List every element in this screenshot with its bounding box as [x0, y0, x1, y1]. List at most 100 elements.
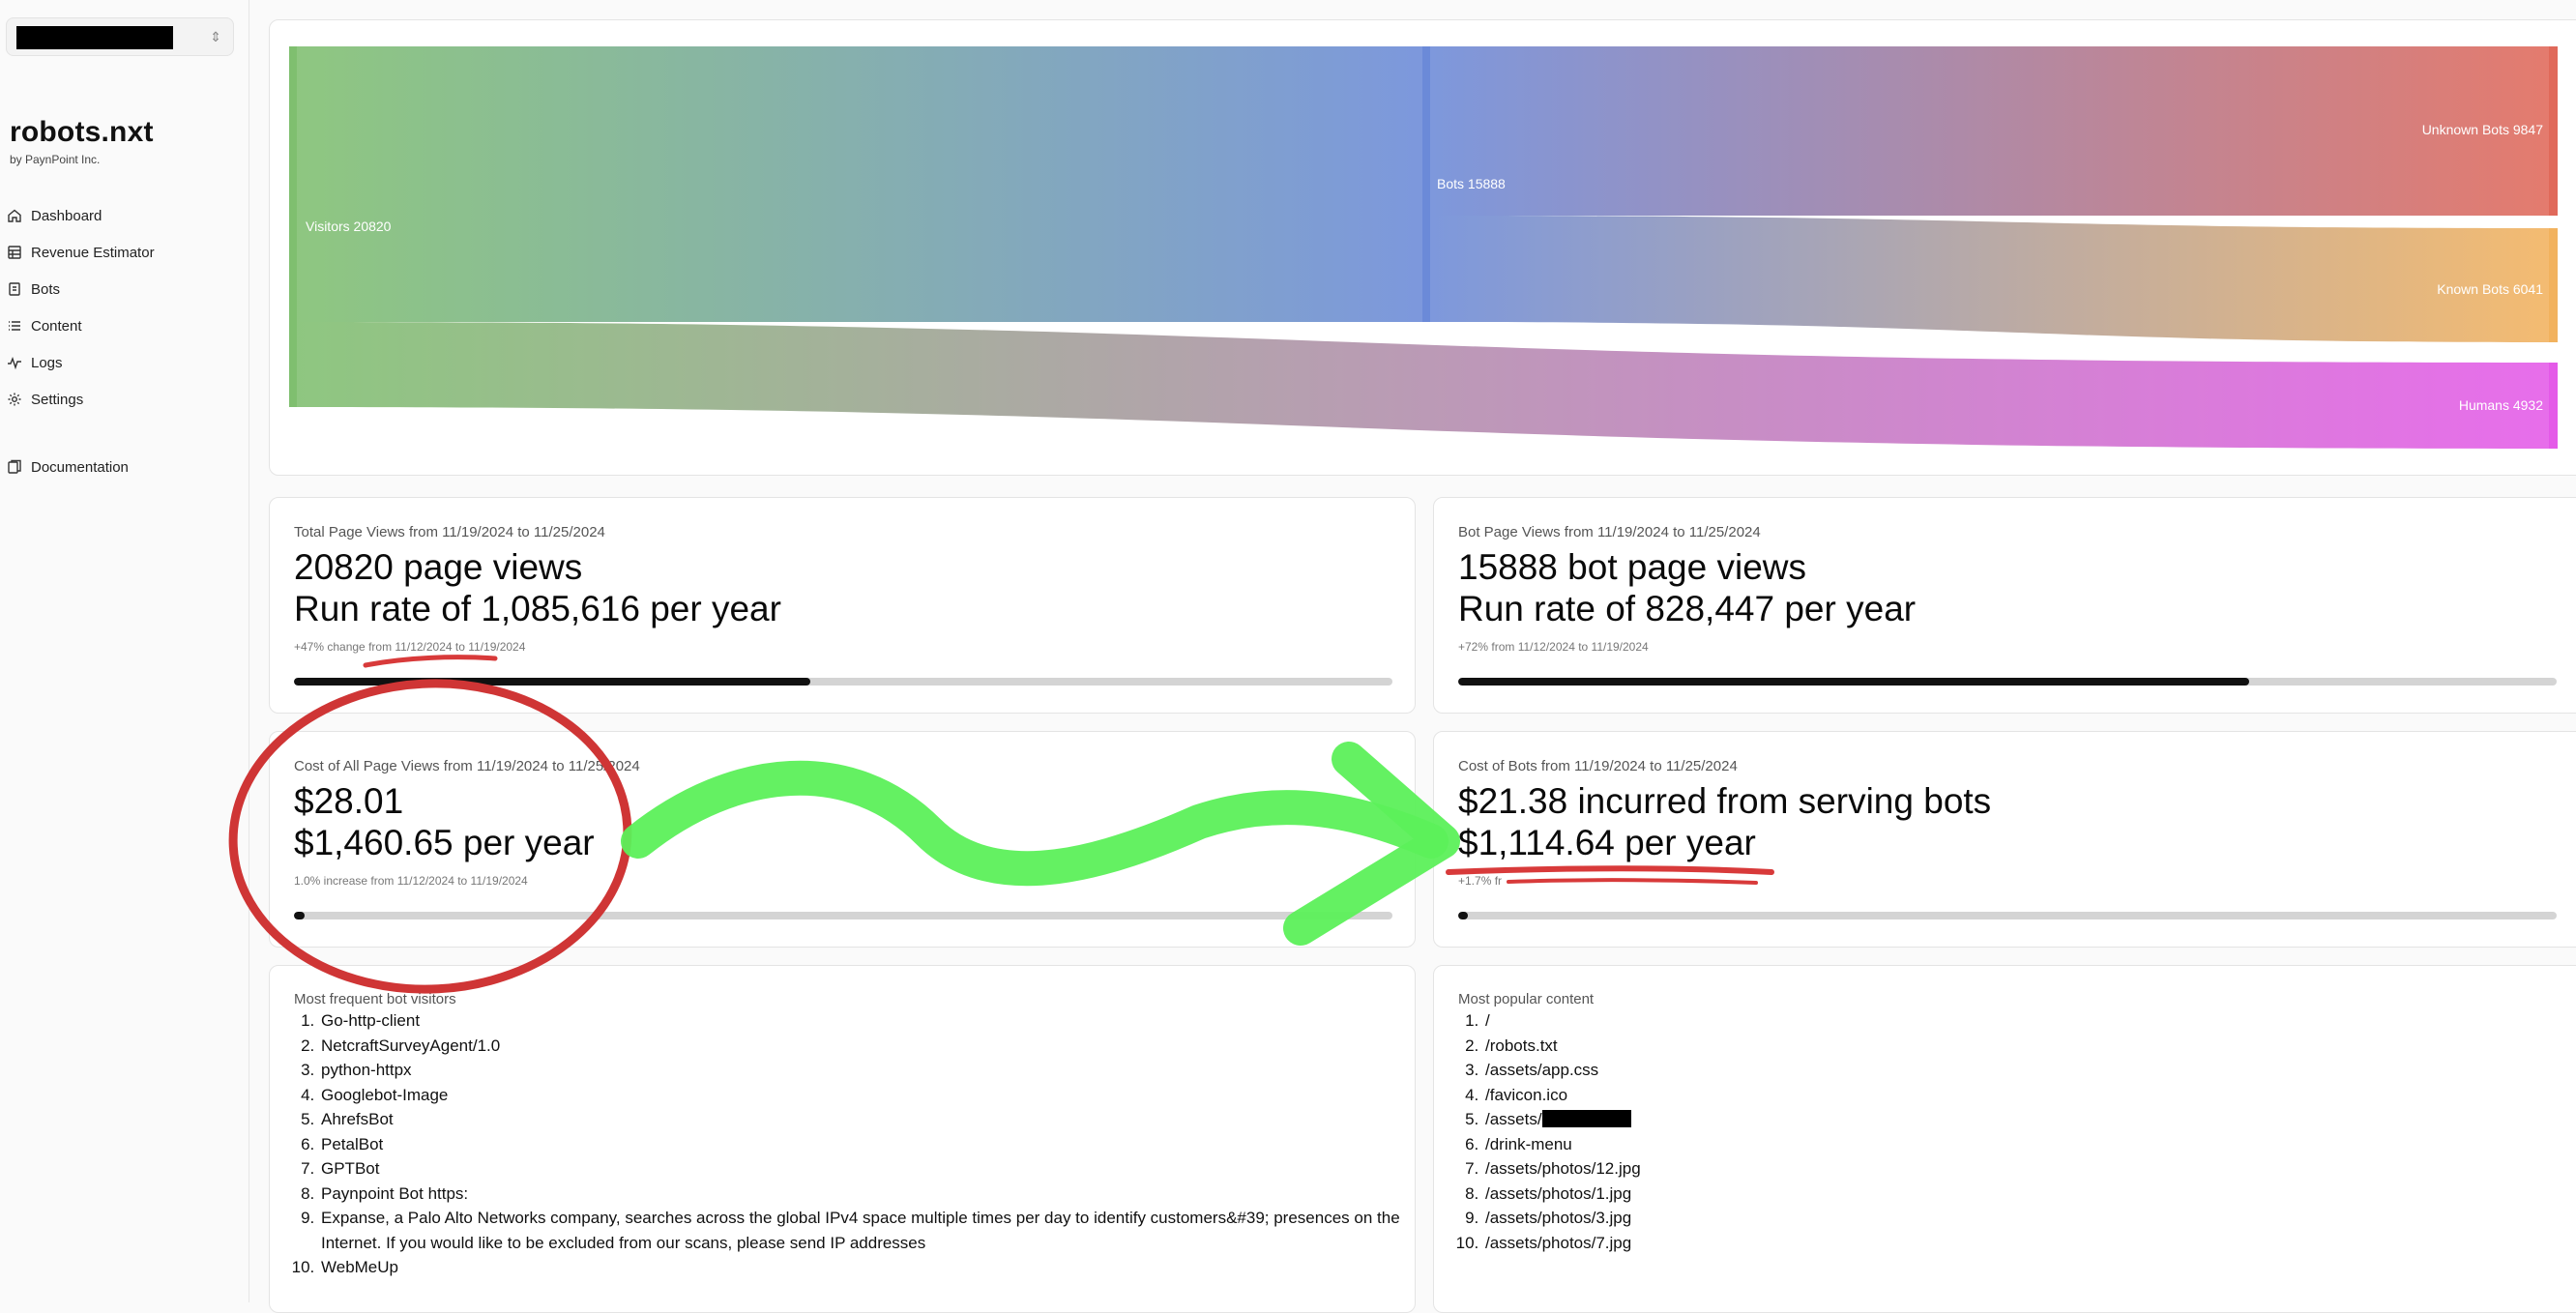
list-item: /assets/photos/12.jpg	[1483, 1156, 2576, 1182]
list-item: /assets/photos/7.jpg	[1483, 1231, 2576, 1256]
sidebar-item-dashboard[interactable]: Dashboard	[0, 197, 249, 234]
card-caption: Most popular content	[1458, 991, 1595, 1007]
list-item: Go-http-client	[319, 1008, 1421, 1034]
sidebar-item-content[interactable]: Content	[0, 307, 249, 344]
link-visitors-humans	[296, 322, 2549, 449]
sidebar-item-bots[interactable]: Bots	[0, 271, 249, 307]
brand-subtitle: by PaynPoint Inc.	[10, 153, 101, 166]
cost-all-change-note: 1.0% increase from 11/12/2024 to 11/19/2…	[294, 874, 528, 888]
list-item: /drink-menu	[1483, 1132, 2576, 1157]
bot-page-views-value: 15888 bot page views	[1458, 547, 1806, 587]
node-visitors	[289, 46, 297, 407]
cost-all-progress-bar	[294, 912, 1392, 919]
list-item: /assets/photos/1.jpg	[1483, 1182, 2576, 1207]
home-icon	[6, 207, 23, 224]
card-caption: Bot Page Views from 11/19/2024 to 11/25/…	[1458, 524, 1761, 540]
list-item: NetcraftSurveyAgent/1.0	[319, 1034, 1421, 1059]
sidebar-item-logs[interactable]: Logs	[0, 344, 249, 381]
list-item: /assets/photos/3.jpg	[1483, 1206, 2576, 1231]
bot-page-views-card: Bot Page Views from 11/19/2024 to 11/25/…	[1433, 497, 2576, 714]
sidebar-item-label: Dashboard	[31, 207, 102, 224]
sidebar-doc-section: Documentation	[0, 449, 249, 485]
sidebar-item-settings[interactable]: Settings	[0, 381, 249, 418]
list-item: AhrefsBot	[319, 1107, 1421, 1132]
redacted-team-name	[16, 26, 173, 49]
popular-content-list: / /robots.txt /assets/app.css /favicon.i…	[1458, 1008, 2576, 1255]
sidebar-item-label: Bots	[31, 280, 61, 298]
sidebar-item-revenue-estimator[interactable]: Revenue Estimator	[0, 234, 249, 271]
progress-fill	[1458, 678, 2249, 686]
list-icon	[6, 317, 23, 335]
sidebar-item-label: Logs	[31, 354, 63, 371]
list-item: WebMeUp	[319, 1255, 1421, 1280]
label-unknown-bots: Unknown Bots 9847	[2422, 122, 2544, 137]
card-caption: Cost of Bots from 11/19/2024 to 11/25/20…	[1458, 758, 1738, 774]
cost-all-page-views-card: Cost of All Page Views from 11/19/2024 t…	[269, 731, 1416, 948]
cost-bots-yearly-value: $1,114.64 per year	[1458, 823, 1756, 862]
file-icon	[6, 280, 23, 298]
total-page-views-value: 20820 page views	[294, 547, 583, 587]
link-bots-unknown	[1422, 46, 2549, 216]
documents-icon	[6, 458, 23, 476]
sidebar-item-label: Content	[31, 317, 82, 335]
sidebar-item-label: Documentation	[31, 458, 129, 476]
activity-icon	[6, 354, 23, 371]
node-bots	[1422, 46, 1430, 322]
list-item: PetalBot	[319, 1132, 1421, 1157]
list-item: /favicon.ico	[1483, 1083, 2576, 1108]
node-unknown-bots	[2549, 46, 2558, 216]
chevron-up-down-icon: ⇕	[210, 29, 221, 44]
link-bots-known	[1422, 216, 2549, 342]
team-switcher[interactable]: ⇕	[6, 17, 234, 56]
node-known-bots	[2549, 228, 2558, 342]
bot-change-note: +72% from 11/12/2024 to 11/19/2024	[1458, 640, 1649, 654]
cost-bots-change-note: +1.7% fr	[1458, 874, 1503, 888]
list-item: Googlebot-Image	[319, 1083, 1421, 1108]
bot-visitors-list: Go-http-client NetcraftSurveyAgent/1.0 p…	[294, 1008, 1421, 1280]
label-bots: Bots 15888	[1437, 176, 1506, 191]
sidebar: ⇕ robots.nxt by PaynPoint Inc. Dashboard…	[0, 0, 249, 1302]
progress-fill	[1458, 912, 1469, 919]
table-icon	[6, 244, 23, 261]
sidebar-nav: Dashboard Revenue Estimator Bots Content…	[0, 197, 249, 418]
total-page-views-card: Total Page Views from 11/19/2024 to 11/2…	[269, 497, 1416, 714]
list-item: Paynpoint Bot https:	[319, 1182, 1421, 1207]
cost-all-yearly-value: $1,460.65 per year	[294, 823, 595, 862]
list-item: /	[1483, 1008, 2576, 1034]
list-item: GPTBot	[319, 1156, 1421, 1182]
list-item: /robots.txt	[1483, 1034, 2576, 1059]
sidebar-item-label: Revenue Estimator	[31, 244, 155, 261]
redacted-asset-name	[1541, 1110, 1631, 1127]
popular-content-card: Most popular content / /robots.txt /asse…	[1433, 965, 2576, 1313]
list-item: /assets/app.css	[1483, 1058, 2576, 1083]
progress-fill	[294, 912, 306, 919]
card-caption: Total Page Views from 11/19/2024 to 11/2…	[294, 524, 605, 540]
total-progress-bar	[294, 678, 1392, 686]
card-caption: Most frequent bot visitors	[294, 991, 456, 1007]
list-item: python-httpx	[319, 1058, 1421, 1083]
cost-all-value: $28.01	[294, 781, 404, 821]
progress-fill	[294, 678, 810, 686]
traffic-sankey-card: Visitors 20820 Bots 15888 Unknown Bots 9…	[269, 19, 2576, 476]
sidebar-item-documentation[interactable]: Documentation	[0, 449, 249, 485]
cost-of-bots-card: Cost of Bots from 11/19/2024 to 11/25/20…	[1433, 731, 2576, 948]
cost-bots-value: $21.38 incurred from serving bots	[1458, 781, 1992, 821]
bot-run-rate-value: Run rate of 828,447 per year	[1458, 589, 1917, 628]
gear-icon	[6, 391, 23, 408]
card-caption: Cost of All Page Views from 11/19/2024 t…	[294, 758, 640, 774]
label-visitors: Visitors 20820	[306, 219, 392, 234]
frequent-bots-card: Most frequent bot visitors Go-http-clien…	[269, 965, 1416, 1313]
link-visitors-bots	[296, 46, 1422, 322]
total-change-note: +47% change from 11/12/2024 to 11/19/202…	[294, 640, 526, 654]
list-item: /assets/	[1483, 1107, 2576, 1132]
bot-progress-bar	[1458, 678, 2557, 686]
list-item: Expanse, a Palo Alto Networks company, s…	[319, 1206, 1421, 1255]
list-item-text: /assets/	[1485, 1110, 1542, 1128]
sidebar-item-label: Settings	[31, 391, 84, 408]
cost-bots-progress-bar	[1458, 912, 2557, 919]
brand-title: robots.nxt	[10, 116, 154, 148]
total-run-rate-value: Run rate of 1,085,616 per year	[294, 589, 781, 628]
traffic-sankey-diagram: Visitors 20820 Bots 15888 Unknown Bots 9…	[289, 46, 2558, 449]
label-humans: Humans 4932	[2459, 397, 2543, 413]
node-humans	[2549, 363, 2558, 449]
